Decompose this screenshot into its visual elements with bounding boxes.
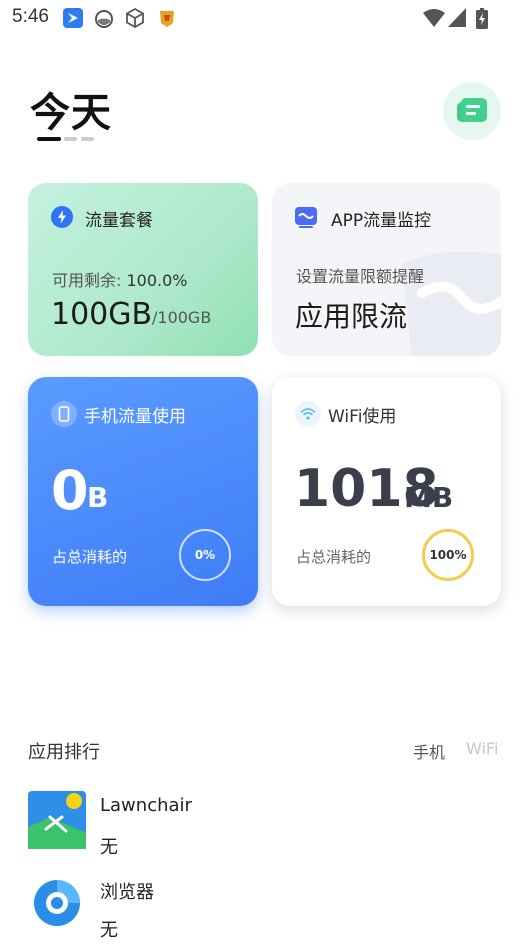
battery-status-icon (476, 8, 488, 29)
mobile-usage-card[interactable]: 手机流量使用 0 B 占总消耗的 0% (28, 377, 258, 606)
mobile-share-percent: 0% (194, 548, 216, 562)
mobile-usage-unit: B (87, 481, 109, 514)
monitor-icon (295, 207, 317, 228)
wifi-usage-label: WiFi使用 (328, 407, 397, 427)
wifi-share-percent: 100% (429, 548, 467, 562)
remaining-value: 100.0% (126, 271, 188, 290)
remaining-label: 可用剩余: 100.0% (52, 267, 188, 291)
wifi-icon (295, 401, 321, 427)
wifi-share-ring: 100% (422, 529, 474, 581)
app-name: 浏览器 (100, 882, 154, 903)
app-monitor-card[interactable]: APP流量监控 设置流量限额提醒 应用限流 (272, 183, 501, 356)
wifi-share-label: 占总消耗的 (296, 548, 372, 566)
list-item[interactable]: 浏览器 无 (28, 874, 508, 946)
app-usage: 无 (100, 920, 118, 941)
title-indicator-dot (81, 137, 94, 141)
data-plan-total: /100GB (152, 308, 212, 327)
signal-status-icon (448, 8, 466, 27)
page-title: 今天 (30, 89, 112, 136)
data-plan-label: 流量套餐 (85, 211, 153, 231)
data-plan-amount: 100GB (51, 297, 153, 332)
mobile-usage-value: 0 (51, 459, 89, 522)
data-plan-card[interactable]: 流量套餐 可用剩余: 100.0% 100GB /100GB (28, 183, 258, 356)
app-monitor-subtitle: 设置流量限额提醒 (296, 267, 425, 286)
title-indicator-active (37, 137, 61, 141)
app-notification-icon (63, 8, 83, 28)
wave-decoration-icon (402, 251, 501, 356)
browser-icon (34, 880, 80, 926)
app-monitor-label: APP流量监控 (331, 211, 432, 231)
wifi-usage-card[interactable]: WiFi使用 1018 MB 占总消耗的 100% (272, 377, 501, 606)
ranking-title: 应用排行 (28, 742, 100, 763)
app-monitor-action: 应用限流 (295, 300, 408, 333)
cube-notification-icon (126, 7, 144, 29)
report-button[interactable] (443, 82, 501, 140)
document-list-icon (457, 98, 487, 122)
wifi-status-icon (423, 9, 445, 27)
app-name: Lawnchair (100, 795, 192, 816)
app-usage: 无 (100, 837, 118, 858)
list-item[interactable]: Lawnchair 无 (28, 791, 508, 863)
bolt-icon (51, 206, 73, 228)
phone-icon (51, 401, 77, 427)
wifi-usage-unit: MB (404, 481, 454, 514)
remaining-label-text: 可用剩余: (52, 271, 122, 290)
drop-notification-icon (95, 10, 113, 28)
badge-notification-icon (160, 11, 174, 27)
status-time: 5:46 (12, 6, 49, 27)
mobile-share-label: 占总消耗的 (52, 548, 128, 566)
mobile-usage-label: 手机流量使用 (84, 407, 186, 427)
title-indicator-dot (64, 137, 77, 141)
tab-mobile[interactable]: 手机 (413, 739, 445, 763)
status-bar: 5:46 (0, 0, 530, 36)
mobile-share-ring: 0% (179, 529, 231, 581)
tab-wifi[interactable]: WiFi (466, 739, 498, 758)
lawnchair-icon (28, 791, 86, 849)
